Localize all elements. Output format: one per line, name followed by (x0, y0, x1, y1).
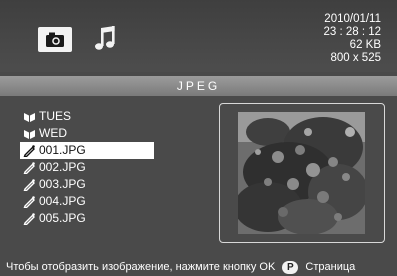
image-file-icon (23, 196, 35, 208)
help-text: Чтобы отобразить изображение, нажмите кн… (6, 261, 276, 273)
flower-photo (238, 112, 365, 234)
tab-photo[interactable] (38, 27, 72, 52)
page-label: Страница (305, 261, 356, 273)
list-item[interactable]: 004.JPG (20, 193, 160, 210)
file-time: 23 : 28 : 12 (323, 26, 381, 38)
preview-image (238, 112, 365, 234)
file-info: 2010/01/11 23 : 28 : 12 62 KB 800 x 525 (251, 13, 381, 65)
file-date: 2010/01/11 (324, 13, 381, 25)
tv-media-browser: 2010/01/11 23 : 28 : 12 62 KB 800 x 525 … (0, 0, 397, 276)
list-item-label: 005.JPG (39, 211, 86, 225)
help-bar: Чтобы отобразить изображение, нажмите кн… (0, 258, 397, 276)
list-item-label: 002.JPG (39, 160, 86, 174)
file-list: TUES WED 001.JPG 002.JPG 003.JPG 004.JPG… (20, 108, 160, 227)
image-file-icon (23, 179, 35, 191)
list-item[interactable]: 002.JPG (20, 159, 160, 176)
folder-icon (24, 113, 35, 122)
list-item-label: 003.JPG (39, 177, 86, 191)
list-item-label: WED (39, 126, 67, 140)
list-item[interactable]: TUES (20, 108, 160, 125)
list-item[interactable]: 003.JPG (20, 176, 160, 193)
list-item-label: TUES (39, 109, 72, 123)
camera-icon (46, 32, 64, 47)
file-size: 62 KB (349, 39, 381, 51)
p-key-icon: P (282, 260, 299, 274)
list-item-selected[interactable]: 001.JPG (20, 142, 154, 159)
image-file-icon (23, 213, 35, 225)
tab-music[interactable] (94, 24, 120, 54)
section-title: JPEG (0, 76, 397, 96)
header-bar: 2010/01/11 23 : 28 : 12 62 KB 800 x 525 (0, 0, 397, 72)
image-file-icon (23, 162, 35, 174)
list-item-label: 004.JPG (39, 194, 86, 208)
file-resolution: 800 x 525 (330, 52, 381, 64)
image-file-icon (23, 145, 35, 157)
preview-panel (219, 103, 385, 243)
music-note-icon (95, 26, 115, 50)
folder-icon (24, 130, 35, 139)
list-item[interactable]: 005.JPG (20, 210, 160, 227)
list-item[interactable]: WED (20, 125, 160, 142)
list-item-label: 001.JPG (39, 143, 86, 157)
